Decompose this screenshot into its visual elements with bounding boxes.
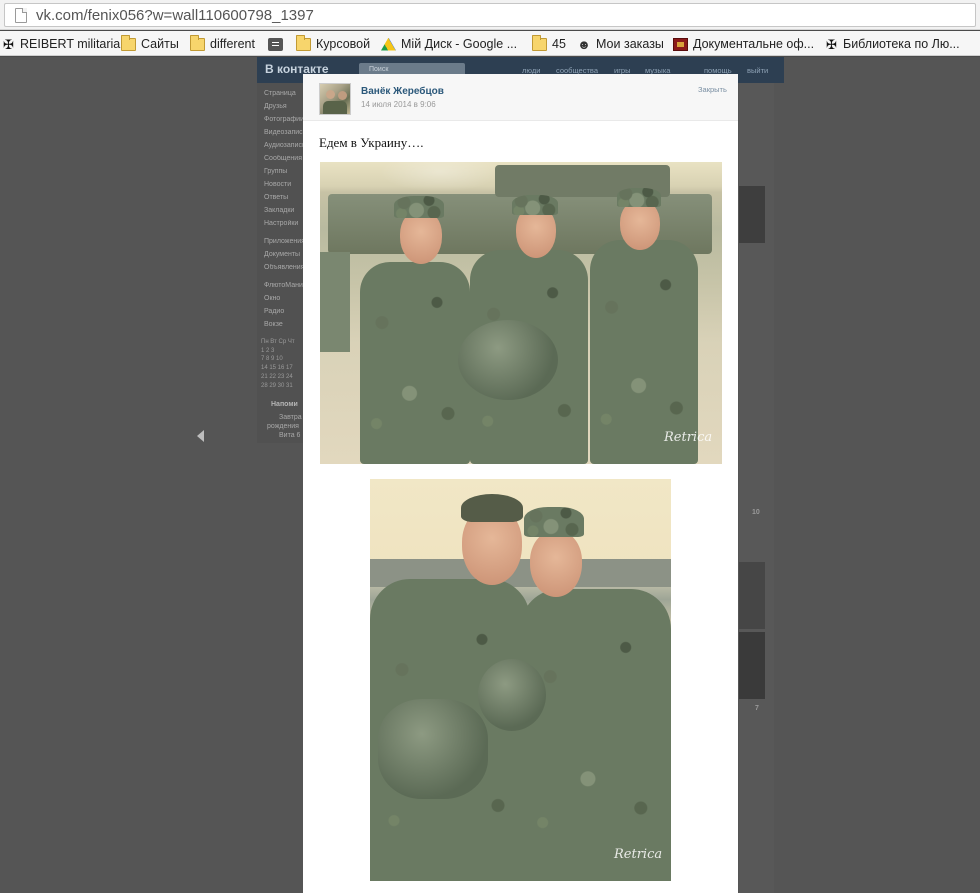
calendar-row: 28 29 30 31 bbox=[261, 382, 293, 389]
sidebar-item-photos[interactable]: Фотографии bbox=[264, 116, 306, 123]
soldier-right bbox=[520, 589, 671, 881]
bookmark-google-drive[interactable]: Мій Диск - Google ... bbox=[381, 35, 517, 53]
sidebar-item-bookmarks[interactable]: Закладки bbox=[264, 207, 306, 214]
bookmark-label: Библиотека по Лю... bbox=[843, 37, 960, 51]
background-thumbnail bbox=[739, 632, 765, 699]
photo-watermark: Retrica bbox=[664, 430, 713, 445]
bookmark-label: Мій Диск - Google ... bbox=[401, 37, 518, 51]
page-icon bbox=[15, 8, 27, 23]
post-photo-2[interactable]: Retrica bbox=[370, 479, 671, 881]
photo-watermark: Retrica bbox=[614, 847, 663, 862]
bookmarks-bar: ✠ REIBERT militaria Сайты different Курс… bbox=[0, 31, 980, 56]
soldier-cap bbox=[394, 196, 444, 218]
bookmark-orders[interactable]: ☻ Мои заказы bbox=[577, 35, 664, 53]
document-icon bbox=[268, 37, 283, 51]
sidebar-item-friends[interactable]: Друзья bbox=[264, 103, 306, 110]
background-thumbnail bbox=[739, 186, 765, 243]
avatar[interactable] bbox=[319, 83, 351, 115]
soldier-face bbox=[620, 200, 660, 250]
red-favicon-icon bbox=[673, 37, 688, 51]
sidebar-item-groups[interactable]: Группы bbox=[264, 168, 306, 175]
helmet bbox=[478, 659, 546, 731]
sidebar-item-app-3[interactable]: Вокзе bbox=[264, 321, 306, 328]
sidebar-item-documents[interactable]: Документы bbox=[264, 251, 306, 258]
calendar-row: 21 22 23 24 bbox=[261, 373, 293, 380]
iron-cross-icon: ✠ bbox=[826, 36, 837, 52]
helmet-cover bbox=[378, 699, 488, 799]
sidebar-item-answers[interactable]: Ответы bbox=[264, 194, 306, 201]
bookmark-different[interactable]: different bbox=[190, 34, 255, 53]
sidebar-item-ads[interactable]: Объявления bbox=[264, 264, 306, 271]
background-thumbnail bbox=[739, 562, 765, 629]
bookmark-library[interactable]: ✠ Библиотека по Лю... bbox=[825, 35, 960, 53]
calendar-row: 7 8 9 10 bbox=[261, 356, 283, 363]
soldier-cap bbox=[524, 507, 584, 537]
post-header: Ванёк Жеребцов 14 июля 2014 в 9:06 Закры… bbox=[303, 74, 738, 121]
calendar-row: 1 2 3 bbox=[261, 347, 275, 354]
soldier-hair bbox=[461, 494, 523, 522]
sidebar-item-page[interactable]: Страница bbox=[264, 90, 306, 97]
nav-logout[interactable]: выйти bbox=[747, 66, 768, 75]
soldier-face bbox=[400, 210, 442, 264]
mask-icon: ☻ bbox=[577, 36, 591, 52]
folder-icon bbox=[121, 34, 136, 51]
post-modal: Ванёк Жеребцов 14 июля 2014 в 9:06 Закры… bbox=[303, 74, 738, 893]
bookmark-label: 45 bbox=[552, 37, 566, 51]
close-button[interactable]: Закрыть bbox=[698, 85, 727, 94]
sidebar-item-news[interactable]: Новости bbox=[264, 181, 306, 188]
mini-calendar: Пн Вт Ср Чт 1 2 3 7 8 9 10 14 15 16 17 2… bbox=[261, 338, 307, 390]
sidebar-item-audio[interactable]: Аудиозаписи bbox=[264, 142, 306, 149]
vk-sidebar: Страница Друзья Фотографии Видеозаписи А… bbox=[257, 83, 307, 443]
bookmark-documentary[interactable]: Документальне оф... bbox=[673, 35, 814, 53]
post-photo-1[interactable]: Retrica bbox=[320, 162, 722, 464]
sidebar-item-app-1[interactable]: ФлютоМания bbox=[264, 282, 306, 289]
post-text: Едем в Украину…. bbox=[319, 135, 424, 150]
bookmark-label: Курсовой bbox=[316, 37, 371, 51]
bookmark-label: REIBERT militaria bbox=[20, 37, 121, 51]
author-name[interactable]: Ванёк Жеребцов bbox=[361, 86, 444, 97]
previous-arrow-icon[interactable] bbox=[197, 430, 204, 442]
bookmark-label: different bbox=[210, 37, 255, 51]
bookmark-document[interactable] bbox=[268, 35, 288, 53]
folder-icon bbox=[296, 34, 311, 51]
iron-cross-icon: ✠ bbox=[3, 36, 14, 52]
calendar-row: 14 15 16 17 bbox=[261, 365, 293, 372]
soldier-cap bbox=[512, 195, 558, 215]
sidebar-item-messages[interactable]: Сообщения bbox=[264, 155, 306, 162]
soldier-left bbox=[360, 262, 470, 464]
google-drive-icon bbox=[381, 37, 396, 51]
count-label: 10 bbox=[752, 509, 760, 516]
bookmark-reibert[interactable]: ✠ REIBERT militaria bbox=[2, 35, 120, 53]
bookmark-label: Сайты bbox=[141, 37, 179, 51]
soldier-face bbox=[530, 531, 582, 597]
sidebar-item-videos[interactable]: Видеозаписи bbox=[264, 129, 306, 136]
folder-icon bbox=[190, 34, 205, 51]
soldier-cap bbox=[617, 188, 661, 207]
sidebar-item-app-2[interactable]: Окно bbox=[264, 295, 306, 302]
calendar-row: Пн Вт Ср Чт bbox=[261, 339, 295, 345]
soldier-background bbox=[320, 252, 350, 352]
bookmark-label: Мои заказы bbox=[596, 37, 664, 51]
folder-icon bbox=[532, 34, 547, 51]
url-field[interactable]: vk.com/fenix056?w=wall110600798_1397 bbox=[4, 3, 976, 27]
bookmark-kursovoy[interactable]: Курсовой bbox=[296, 34, 371, 53]
bookmark-label: Документальне оф... bbox=[693, 37, 815, 51]
count-label: 7 bbox=[755, 705, 759, 712]
url-text[interactable]: vk.com/fenix056?w=wall110600798_1397 bbox=[36, 7, 314, 24]
helmet bbox=[458, 320, 558, 400]
sidebar-item-settings[interactable]: Настройки bbox=[264, 220, 306, 227]
address-bar: vk.com/fenix056?w=wall110600798_1397 bbox=[0, 0, 980, 30]
bookmark-45[interactable]: 45 bbox=[532, 34, 566, 53]
sidebar-item-apps[interactable]: Приложения bbox=[264, 238, 306, 245]
post-date[interactable]: 14 июля 2014 в 9:06 bbox=[361, 100, 436, 109]
bookmark-sites[interactable]: Сайты bbox=[121, 34, 179, 53]
sidebar-item-radio[interactable]: Радио bbox=[264, 308, 306, 315]
